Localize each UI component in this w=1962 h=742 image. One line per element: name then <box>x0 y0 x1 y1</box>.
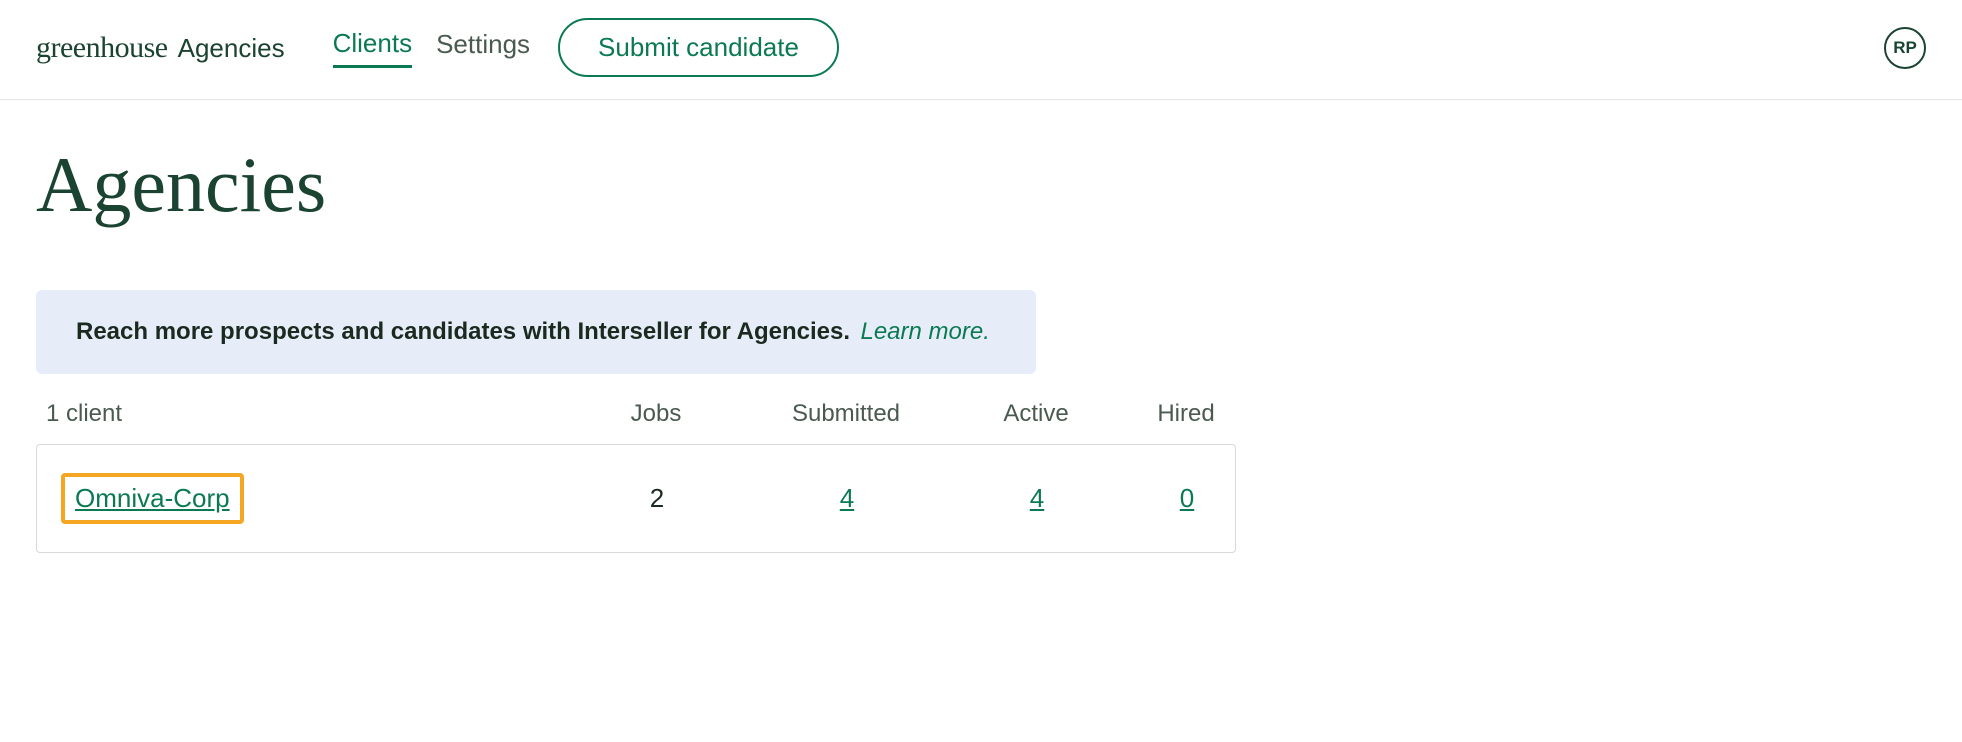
column-jobs: Jobs <box>566 400 746 428</box>
nav-settings[interactable]: Settings <box>436 29 530 66</box>
nav-clients[interactable]: Clients <box>333 28 412 68</box>
submitted-cell: 4 <box>747 483 947 514</box>
clients-table: 1 client Jobs Submitted Active Hired Omn… <box>36 400 1236 553</box>
banner-learn-more-link[interactable]: Learn more. <box>860 318 989 345</box>
submitted-link[interactable]: 4 <box>840 483 854 513</box>
hired-cell: 0 <box>1127 483 1247 514</box>
client-name-link[interactable]: Omniva-Corp <box>75 483 230 513</box>
brand-sub: Agencies <box>178 33 285 64</box>
column-submitted: Submitted <box>746 400 946 428</box>
nav: Clients Settings <box>333 28 530 68</box>
client-cell: Omniva-Corp <box>47 473 567 524</box>
table-row: Omniva-Corp 2 4 4 0 <box>37 445 1235 552</box>
page-title: Agencies <box>36 140 1926 230</box>
active-cell: 4 <box>947 483 1127 514</box>
promo-banner: Reach more prospects and candidates with… <box>36 290 1036 374</box>
column-hired: Hired <box>1126 400 1246 428</box>
topbar: greenhouse Agencies Clients Settings Sub… <box>0 0 1962 100</box>
topbar-left: greenhouse Agencies Clients Settings Sub… <box>36 18 839 77</box>
table-header: 1 client Jobs Submitted Active Hired <box>36 400 1236 444</box>
jobs-cell: 2 <box>567 483 747 514</box>
avatar[interactable]: RP <box>1884 27 1926 69</box>
hired-link[interactable]: 0 <box>1180 483 1194 513</box>
banner-text: Reach more prospects and candidates with… <box>76 318 850 345</box>
table-body: Omniva-Corp 2 4 4 0 <box>36 444 1236 553</box>
submit-candidate-button[interactable]: Submit candidate <box>558 18 839 77</box>
client-name-highlight: Omniva-Corp <box>61 473 244 524</box>
main-content: Agencies Reach more prospects and candid… <box>0 100 1962 593</box>
client-count-label: 1 client <box>46 400 566 428</box>
brand-main: greenhouse <box>36 31 168 65</box>
column-active: Active <box>946 400 1126 428</box>
active-link[interactable]: 4 <box>1030 483 1044 513</box>
brand-logo[interactable]: greenhouse Agencies <box>36 31 285 65</box>
